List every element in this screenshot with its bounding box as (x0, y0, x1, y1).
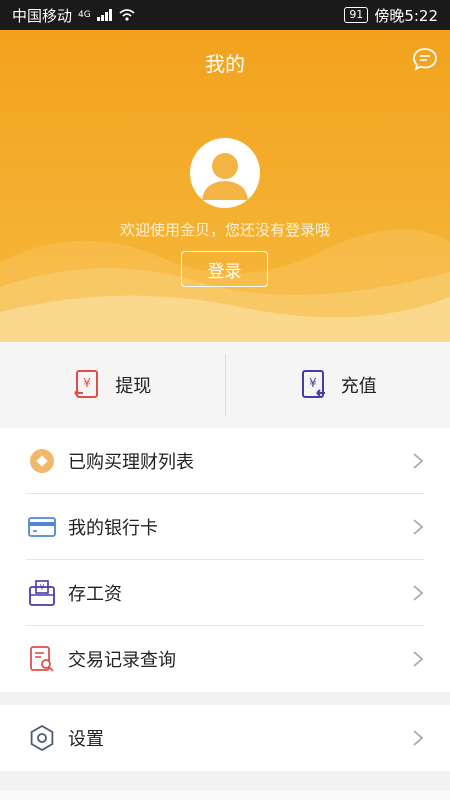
chevron-right-icon (413, 585, 424, 601)
menu-label: 设置 (68, 729, 104, 750)
menu-item-bank-cards[interactable]: 我的银行卡 (0, 494, 450, 560)
menu-label: 存工资 (68, 584, 122, 605)
chevron-right-icon (413, 730, 424, 746)
chevron-right-icon (413, 519, 424, 535)
quick-actions: ¥ 提现 ¥ 充值 (0, 342, 450, 428)
wallet-icon: ¥ (29, 580, 55, 606)
menu-label: 交易记录查询 (68, 650, 176, 671)
withdraw-label: 提现 (115, 376, 152, 397)
svg-text:¥: ¥ (309, 376, 317, 390)
profile-header: 我的 欢迎使用金贝，您还没有登录哦 登录 (0, 30, 450, 342)
record-search-icon (30, 646, 54, 672)
menu-item-settings[interactable]: 设置 (0, 705, 450, 771)
recharge-icon: ¥ (301, 370, 325, 398)
welcome-text: 欢迎使用金贝，您还没有登录哦 (119, 221, 330, 239)
bottom-tab-bar[interactable] (0, 790, 450, 800)
signal-icon (96, 9, 112, 21)
menu-item-deposit-salary[interactable]: ¥ 存工资 (0, 560, 450, 626)
menu-label: 已购买理财列表 (68, 452, 194, 473)
settings-icon (30, 724, 54, 752)
bank-card-icon (28, 517, 56, 537)
clock: 傍晚5:22 (374, 6, 438, 25)
chevron-right-icon (413, 453, 424, 469)
user-silhouette-icon (202, 153, 248, 200)
battery-indicator: 91 (344, 7, 369, 23)
avatar[interactable] (190, 138, 260, 208)
section-gap (0, 692, 450, 705)
menu-label: 我的银行卡 (68, 518, 158, 539)
network-label: 4G (78, 10, 91, 20)
carrier-label: 中国移动 (12, 6, 73, 25)
message-icon[interactable] (412, 46, 438, 72)
svg-text:¥: ¥ (83, 376, 91, 390)
menu-list: 已购买理财列表 我的银行卡 ¥ 存工资 交易记录查询 设置 (0, 428, 450, 771)
withdraw-icon: ¥ (74, 370, 99, 398)
menu-item-purchased-products[interactable]: 已购买理财列表 (0, 428, 450, 494)
page-title: 我的 (205, 52, 245, 76)
coin-icon (30, 449, 54, 473)
wifi-icon (119, 9, 135, 21)
withdraw-button[interactable]: ¥ 提现 (0, 342, 225, 428)
login-button[interactable]: 登录 (181, 251, 268, 287)
recharge-button[interactable]: ¥ 充值 (226, 342, 450, 428)
menu-item-transaction-records[interactable]: 交易记录查询 (0, 626, 450, 692)
status-bar: 中国移动 4G 91 傍晚5:22 (0, 0, 450, 30)
chevron-right-icon (413, 651, 424, 667)
svg-text:¥: ¥ (39, 583, 44, 592)
recharge-label: 充值 (340, 376, 377, 397)
